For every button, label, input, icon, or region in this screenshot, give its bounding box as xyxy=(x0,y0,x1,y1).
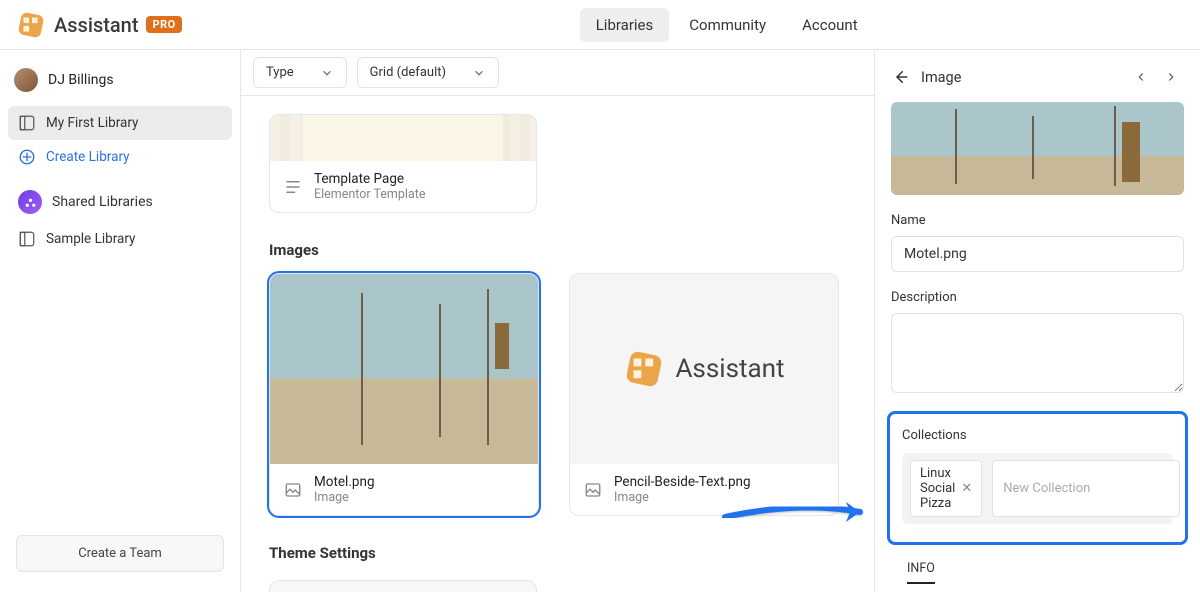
chevron-down-icon xyxy=(472,66,486,80)
name-input[interactable] xyxy=(891,236,1184,272)
user-name: DJ Billings xyxy=(48,72,114,88)
chevron-right-icon xyxy=(1164,70,1178,84)
new-collection-input[interactable] xyxy=(992,460,1180,517)
assistant-logo-icon xyxy=(623,348,665,390)
description-label: Description xyxy=(891,290,1184,305)
avatar xyxy=(14,68,38,92)
template-icon xyxy=(284,178,302,196)
details-hero-image xyxy=(891,102,1184,195)
pro-badge: PRO xyxy=(146,16,181,33)
collections-label: Collections xyxy=(902,428,1173,443)
image-type: Image xyxy=(614,490,751,505)
plus-circle-icon xyxy=(18,148,36,166)
nav-libraries[interactable]: Libraries xyxy=(580,8,670,42)
theme-card[interactable]: WP TEST Home Blog Contact Sample Page xyxy=(269,580,537,592)
image-filename: Pencil-Beside-Text.png xyxy=(614,474,751,490)
library-icon xyxy=(18,114,36,132)
remove-chip-icon[interactable]: ✕ xyxy=(961,481,972,496)
collection-chip-label: Linux Social Pizza xyxy=(920,466,955,511)
details-title: Image xyxy=(921,69,961,86)
library-icon xyxy=(18,230,36,248)
template-card[interactable]: Template Page Elementor Template xyxy=(269,114,537,213)
prev-item-button[interactable] xyxy=(1128,64,1154,90)
sidebar-item-label: My First Library xyxy=(46,115,138,131)
create-library[interactable]: Create Library xyxy=(8,140,232,174)
create-team-button[interactable]: Create a Team xyxy=(16,535,224,572)
type-select[interactable]: Type xyxy=(253,57,347,88)
image-card-motel[interactable]: Motel.png Image xyxy=(269,273,539,516)
info-tab[interactable]: INFO xyxy=(907,561,935,584)
template-subtitle: Elementor Template xyxy=(314,187,425,202)
sidebar-item-label: Sample Library xyxy=(46,231,135,247)
image-filename: Motel.png xyxy=(314,474,375,490)
image-card-pencil[interactable]: Assistant Pencil-Beside-Text.png Image xyxy=(569,273,839,516)
shared-libraries-heading: Shared Libraries xyxy=(8,174,232,222)
image-thumbnail xyxy=(270,274,538,464)
chevron-left-icon xyxy=(1134,70,1148,84)
sidebar-item-sample-library[interactable]: Sample Library xyxy=(8,222,232,256)
template-title: Template Page xyxy=(314,171,425,187)
image-thumbnail: Assistant xyxy=(570,274,838,464)
collections-section: Collections Linux Social Pizza ✕ xyxy=(887,411,1188,545)
theme-heading: Theme Settings xyxy=(269,544,846,562)
assistant-logo-icon xyxy=(16,10,46,40)
create-library-label: Create Library xyxy=(46,149,130,165)
back-arrow-icon[interactable] xyxy=(891,68,909,86)
chevron-down-icon xyxy=(320,66,334,80)
nav-account[interactable]: Account xyxy=(786,8,874,42)
image-type: Image xyxy=(314,490,375,505)
images-heading: Images xyxy=(269,241,846,259)
name-label: Name xyxy=(891,213,1184,228)
next-item-button[interactable] xyxy=(1158,64,1184,90)
description-textarea[interactable] xyxy=(891,313,1184,393)
grid-select[interactable]: Grid (default) xyxy=(357,57,499,88)
image-icon xyxy=(584,481,602,499)
user-row[interactable]: DJ Billings xyxy=(8,64,232,106)
assistant-watermark-text: Assistant xyxy=(675,354,784,384)
sidebar-item-my-first-library[interactable]: My First Library xyxy=(8,106,232,140)
brand-name: Assistant xyxy=(54,13,138,37)
shared-icon xyxy=(18,190,42,214)
image-icon xyxy=(284,481,302,499)
collection-chip[interactable]: Linux Social Pizza ✕ xyxy=(910,460,982,517)
nav-community[interactable]: Community xyxy=(673,8,782,42)
